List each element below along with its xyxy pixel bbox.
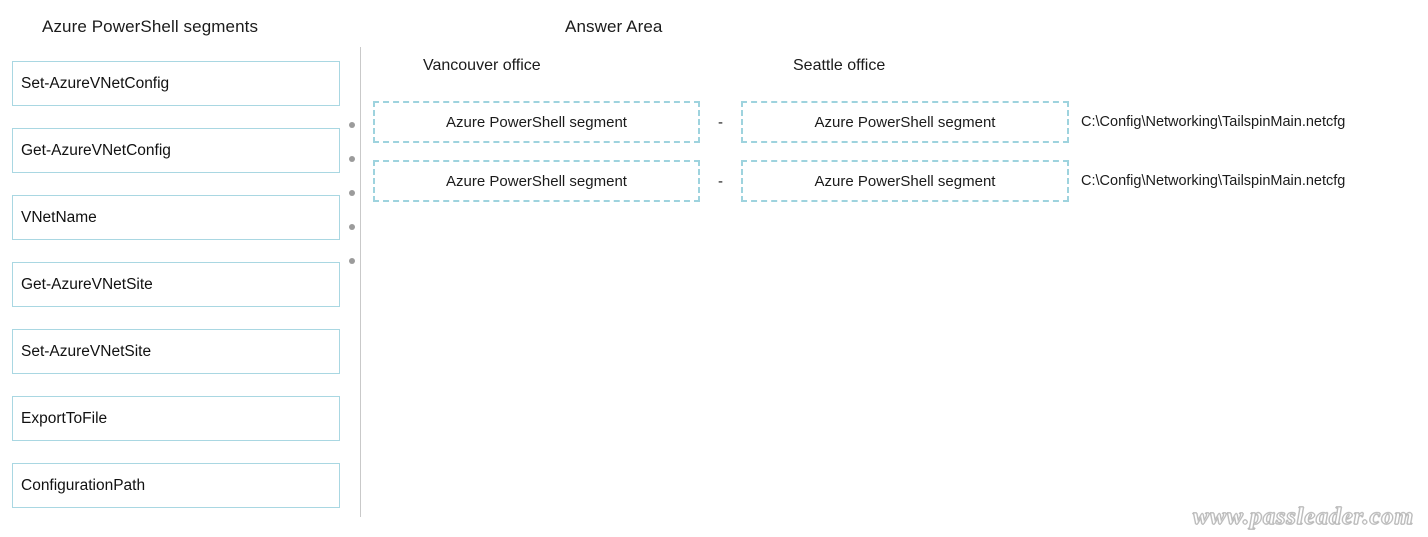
answer-row: Azure PowerShell segment - Azure PowerSh… bbox=[373, 160, 1345, 202]
drop-slot-seattle-1[interactable]: Azure PowerShell segment bbox=[741, 101, 1069, 143]
rail-dot-icon bbox=[349, 258, 355, 264]
row-config-path: C:\Config\Networking\TailspinMain.netcfg bbox=[1081, 114, 1346, 130]
watermark: www.passleader.com bbox=[1192, 504, 1414, 531]
source-segment-exporttofile[interactable]: ExportToFile bbox=[12, 396, 340, 441]
page-title-answer-area: Answer Area bbox=[565, 17, 663, 36]
drop-slot-placeholder: Azure PowerShell segment bbox=[446, 172, 627, 190]
drop-slot-seattle-2[interactable]: Azure PowerShell segment bbox=[741, 160, 1069, 202]
drop-slot-placeholder: Azure PowerShell segment bbox=[814, 113, 996, 131]
column-label-seattle: Seattle office bbox=[793, 57, 886, 74]
drop-slot-vancouver-2[interactable]: Azure PowerShell segment bbox=[373, 160, 700, 202]
rail-dot-icon bbox=[349, 122, 355, 128]
source-segment-label: ConfigurationPath bbox=[21, 476, 146, 494]
segments-source-list: Set-AzureVNetConfig Get-AzureVNetConfig … bbox=[12, 61, 340, 530]
source-segment-get-azurevnetconfig[interactable]: Get-AzureVNetConfig bbox=[12, 128, 340, 173]
row-separator-dash: - bbox=[718, 172, 723, 190]
question-canvas: Azure PowerShell segments Answer Area Va… bbox=[0, 0, 1428, 537]
row-separator-dash: - bbox=[718, 113, 723, 131]
row-config-path: C:\Config\Networking\TailspinMain.netcfg bbox=[1081, 173, 1346, 189]
panel-divider bbox=[360, 47, 361, 517]
source-segment-get-azurevnetsite[interactable]: Get-AzureVNetSite bbox=[12, 262, 340, 307]
source-segment-label: Set-AzureVNetSite bbox=[21, 342, 152, 360]
source-segment-configurationpath[interactable]: ConfigurationPath bbox=[12, 463, 340, 508]
source-segment-label: Get-AzureVNetSite bbox=[21, 275, 153, 293]
rail-dot-icon bbox=[349, 190, 355, 196]
source-segment-label: Set-AzureVNetConfig bbox=[21, 74, 170, 92]
source-segment-label: ExportToFile bbox=[21, 409, 108, 427]
drop-slot-placeholder: Azure PowerShell segment bbox=[814, 172, 996, 190]
rail-dot-icon bbox=[349, 156, 355, 162]
source-segment-label: VNetName bbox=[21, 208, 97, 226]
column-label-vancouver: Vancouver office bbox=[423, 57, 541, 74]
answer-row: Azure PowerShell segment - Azure PowerSh… bbox=[373, 101, 1345, 143]
rail-dot-icon bbox=[349, 224, 355, 230]
drop-slot-vancouver-1[interactable]: Azure PowerShell segment bbox=[373, 101, 700, 143]
drag-handle-dot-rail bbox=[349, 122, 355, 292]
page-title-segments: Azure PowerShell segments bbox=[42, 17, 259, 36]
source-segment-set-azurevnetconfig[interactable]: Set-AzureVNetConfig bbox=[12, 61, 340, 106]
drop-slot-placeholder: Azure PowerShell segment bbox=[446, 113, 627, 131]
source-segment-label: Get-AzureVNetConfig bbox=[21, 141, 171, 159]
source-segment-set-azurevnetsite[interactable]: Set-AzureVNetSite bbox=[12, 329, 340, 374]
source-segment-vnetname[interactable]: VNetName bbox=[12, 195, 340, 240]
